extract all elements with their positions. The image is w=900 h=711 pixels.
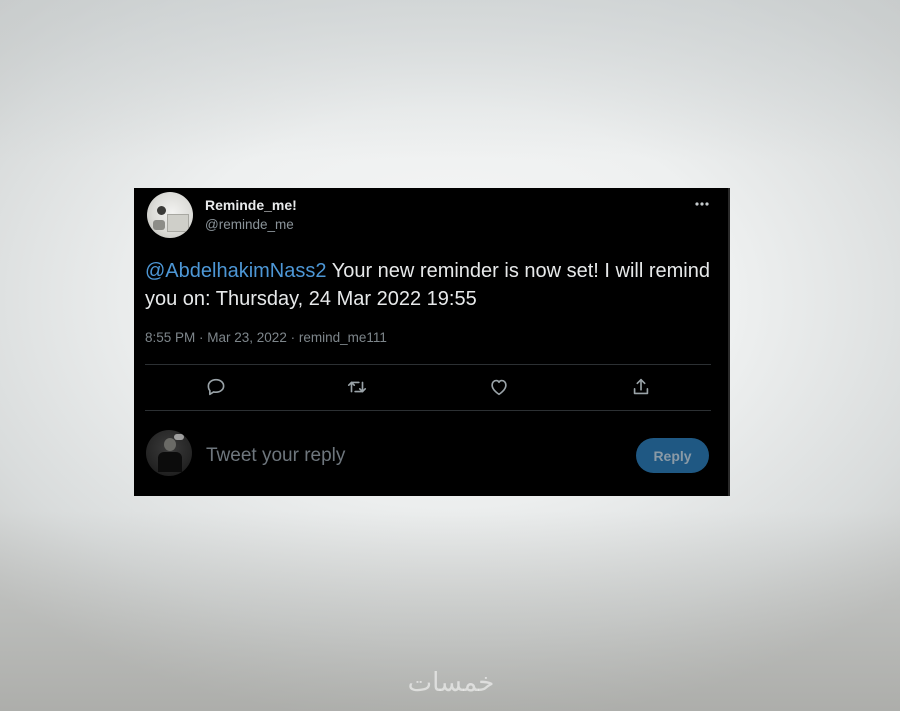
tweet-text: @AbdelhakimNass2 Your new reminder is no…: [145, 257, 715, 313]
tweet-meta[interactable]: 8:55 PM · Mar 23, 2022 · remind_me111: [145, 330, 387, 345]
divider-top: [145, 364, 711, 365]
share-icon[interactable]: [630, 376, 652, 398]
author-handle[interactable]: @reminde_me: [205, 217, 294, 232]
author-display-name[interactable]: Reminde_me!: [205, 197, 297, 213]
user-avatar[interactable]: [146, 430, 192, 476]
tweet-card: Reminde_me! @reminde_me @AbdelhakimNass2…: [134, 188, 730, 496]
author-avatar[interactable]: [147, 192, 193, 238]
watermark-logo: خمسات: [407, 668, 495, 698]
comment-icon[interactable]: [205, 376, 227, 398]
retweet-icon[interactable]: [346, 376, 368, 398]
reply-input[interactable]: [206, 443, 626, 469]
heart-icon[interactable]: [488, 376, 510, 398]
mention-link[interactable]: @AbdelhakimNass2: [145, 260, 327, 282]
divider-bottom: [145, 410, 711, 411]
more-horizontal-icon[interactable]: [692, 196, 712, 212]
background-top-shade: [0, 0, 900, 160]
reply-button[interactable]: Reply: [636, 438, 709, 473]
